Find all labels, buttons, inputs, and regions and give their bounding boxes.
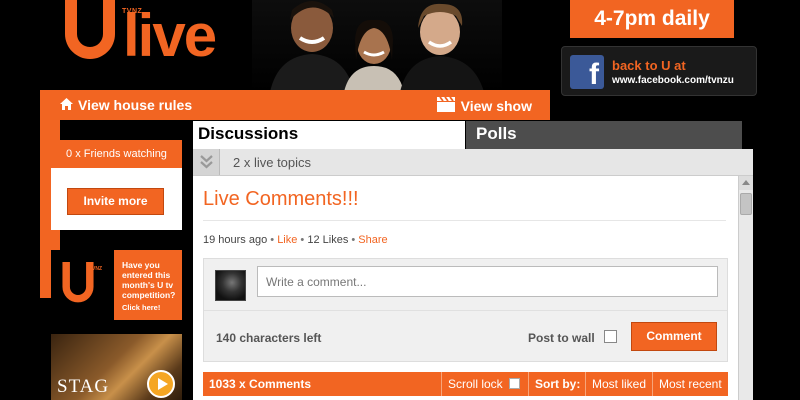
title-divider: [203, 220, 726, 221]
comment-form: 140 characters left Post to wall Comment: [203, 258, 728, 362]
comment-submit-button[interactable]: Comment: [631, 322, 717, 351]
scroll-up-arrow-icon[interactable]: [739, 176, 753, 190]
sort-most-liked[interactable]: Most liked: [585, 372, 652, 396]
competition-ad-link[interactable]: Click here!: [122, 303, 178, 313]
competition-ad-text-area: Have you entered this month's U tv compe…: [114, 250, 182, 320]
topics-bar: 2 x live topics: [193, 149, 753, 176]
tab-discussions[interactable]: Discussions: [193, 121, 465, 149]
scroll-lock-toggle[interactable]: Scroll lock: [441, 372, 526, 396]
u-logo-icon: [65, 0, 115, 59]
comments-bar: 1033 x Comments Scroll lock Sort by: Mos…: [203, 372, 728, 396]
clapperboard-icon: [436, 97, 455, 112]
comment-input[interactable]: [257, 266, 718, 297]
comments-count: 1033 x Comments: [209, 377, 312, 391]
home-icon: [60, 98, 73, 110]
facebook-link-box[interactable]: f back to U at www.facebook.com/tvnzu: [561, 46, 757, 96]
view-show-link[interactable]: View show: [436, 97, 532, 114]
post-to-wall-label: Post to wall: [528, 331, 595, 345]
post-to-wall-checkbox[interactable]: [604, 330, 617, 343]
like-count: 12 Likes: [307, 234, 349, 246]
u-live-logo: TVNZ live: [55, 0, 235, 80]
competition-ad-logo: TVNZ: [51, 250, 114, 320]
avatar: [215, 270, 246, 301]
post-age: 19 hours ago: [203, 234, 268, 246]
scroll-lock-checkbox[interactable]: [508, 378, 520, 389]
like-link[interactable]: Like: [277, 234, 297, 246]
friends-box: 0 x Friends watching Invite more: [51, 140, 182, 230]
sort-most-recent[interactable]: Most recent: [652, 372, 728, 396]
post-title: Live Comments!!!: [203, 188, 359, 210]
logo-live-text: live: [123, 2, 217, 69]
competition-ad[interactable]: TVNZ Have you entered this month's U tv …: [51, 250, 182, 320]
scroll-lock-label: Scroll lock: [448, 377, 503, 391]
friends-watching-count: 0 x Friends watching: [51, 140, 182, 168]
discussion-panel: Live Comments!!! 19 hours ago • Like • 1…: [193, 176, 738, 400]
characters-left: 140 characters left: [216, 331, 322, 345]
competition-ad-badge: TVNZ: [89, 266, 103, 272]
comment-form-divider: [204, 310, 727, 311]
play-icon[interactable]: [147, 370, 175, 398]
view-house-rules-label: View house rules: [78, 97, 193, 113]
share-link[interactable]: Share: [358, 234, 387, 246]
facebook-url: www.facebook.com/tvnzu: [612, 75, 734, 86]
stag-ad-label: STAG: [57, 376, 110, 397]
top-nav-bar: View house rules View show: [40, 90, 550, 120]
live-topics-count: 2 x live topics: [233, 155, 312, 170]
show-time-badge: 4-7pm daily: [570, 0, 734, 38]
facebook-icon: f: [570, 55, 604, 89]
chevron-down-icon[interactable]: [193, 149, 220, 175]
tab-polls[interactable]: Polls: [466, 121, 742, 149]
stag-video-ad[interactable]: STAG: [51, 334, 182, 400]
competition-ad-text: Have you entered this month's U tv compe…: [122, 260, 176, 300]
post-meta: 19 hours ago • Like • 12 Likes • Share: [203, 234, 388, 246]
presenters-photo: [252, 0, 502, 92]
panel-scrollbar[interactable]: [738, 176, 753, 400]
facebook-caption: back to U at: [612, 58, 686, 73]
sort-by-label: Sort by:: [528, 372, 586, 396]
scroll-thumb[interactable]: [740, 193, 752, 215]
view-show-label: View show: [460, 98, 532, 114]
view-house-rules-link[interactable]: View house rules: [60, 97, 192, 113]
invite-more-button[interactable]: Invite more: [67, 188, 164, 215]
